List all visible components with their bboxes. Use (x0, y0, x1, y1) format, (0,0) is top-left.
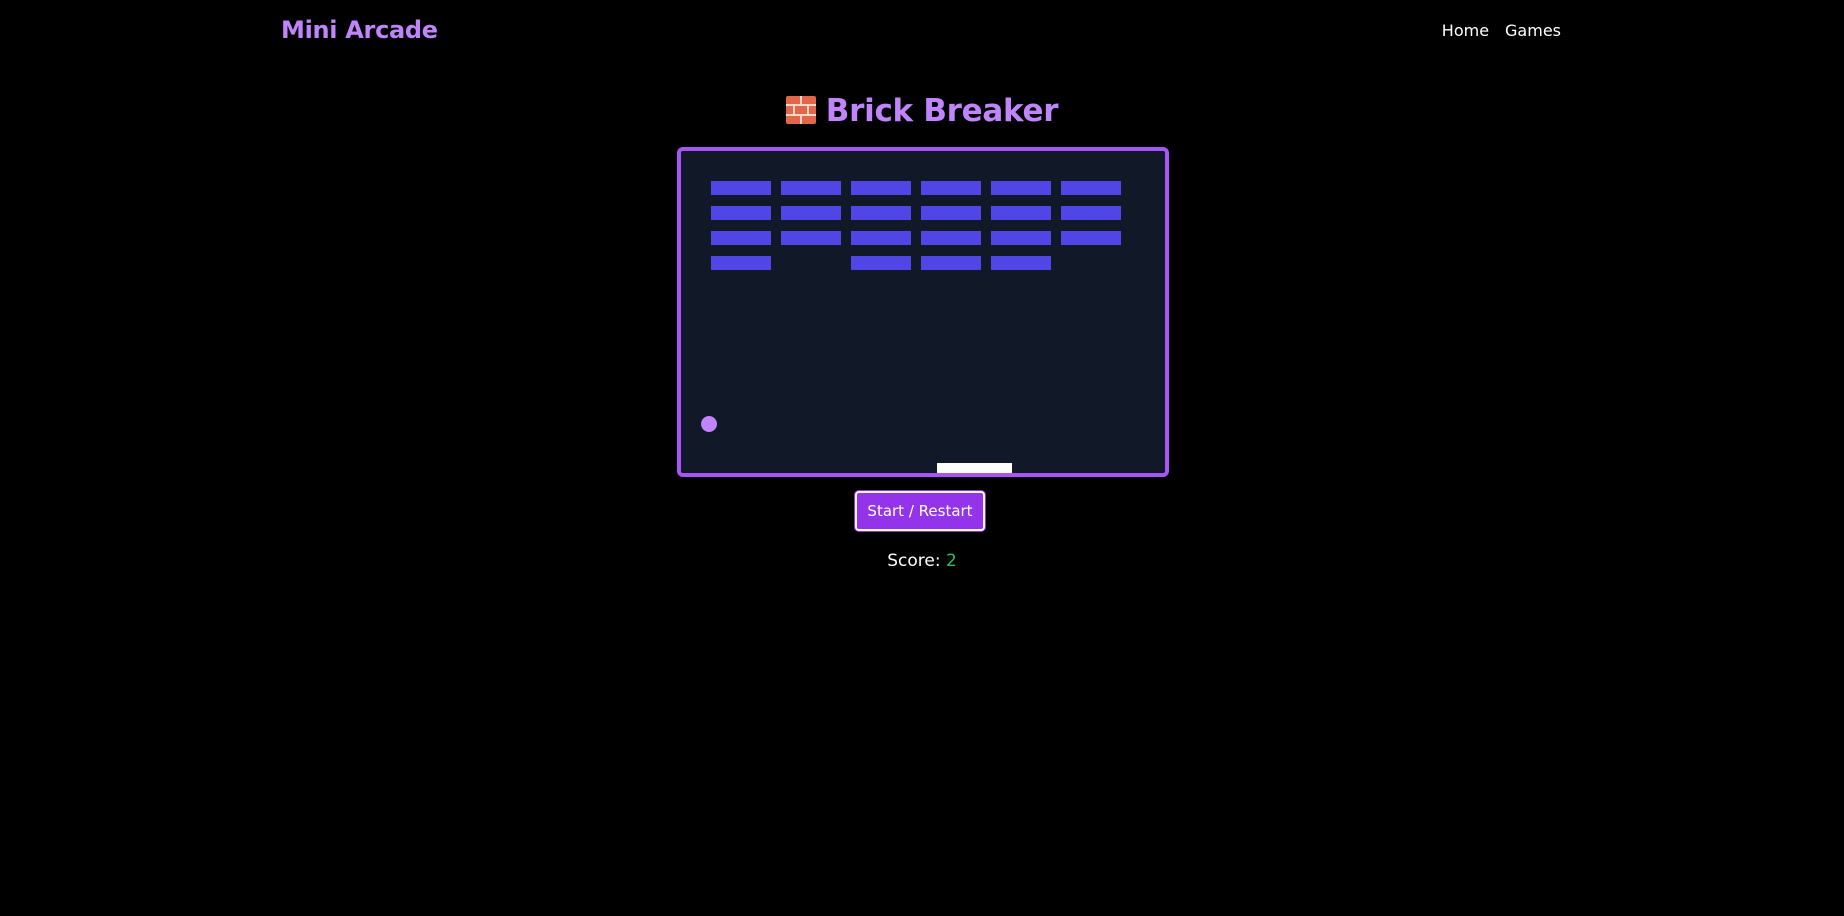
brick (851, 256, 911, 270)
brick (781, 231, 841, 245)
brick (711, 181, 771, 195)
brick (991, 206, 1051, 220)
brick (851, 231, 911, 245)
brick (921, 206, 981, 220)
brick-emoji-icon (785, 96, 816, 124)
game-canvas[interactable] (677, 147, 1169, 477)
ball (701, 416, 717, 432)
score-label: Score: (887, 551, 941, 571)
score-value: 2 (945, 551, 957, 571)
brick (781, 206, 841, 220)
brick (711, 256, 771, 270)
brick (991, 256, 1051, 270)
brick (991, 231, 1051, 245)
main-nav: Home Games (1442, 21, 1561, 40)
brick (1061, 181, 1121, 195)
start-restart-button[interactable]: Start / Restart (855, 491, 985, 531)
brick (921, 181, 981, 195)
brick (711, 231, 771, 245)
brick (921, 231, 981, 245)
brand-logo[interactable]: Mini Arcade (281, 16, 438, 44)
brick (851, 181, 911, 195)
brick (921, 256, 981, 270)
brick (1061, 231, 1121, 245)
brick (781, 181, 841, 195)
paddle[interactable] (937, 463, 1012, 473)
page-title-text: Brick Breaker (825, 93, 1059, 129)
score-display: Score: 2 (0, 551, 1844, 571)
nav-games-link[interactable]: Games (1505, 21, 1561, 40)
nav-home-link[interactable]: Home (1442, 21, 1489, 40)
page-title: Brick Breaker (0, 93, 1844, 129)
brick (711, 206, 771, 220)
brick (991, 181, 1051, 195)
brick (851, 206, 911, 220)
top-navbar: Mini Arcade Home Games (0, 0, 1844, 64)
brick (1061, 206, 1121, 220)
